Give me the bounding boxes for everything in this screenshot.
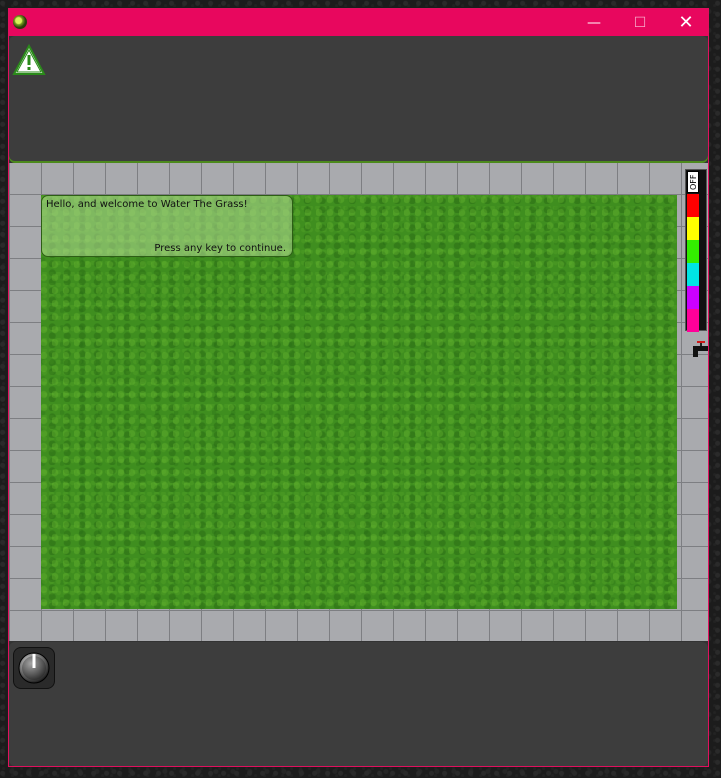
- meter-segment: [687, 217, 699, 240]
- dialog-box[interactable]: Hello, and welcome to Water The Grass! P…: [41, 195, 293, 257]
- power-knob-icon: [18, 652, 50, 684]
- dialog-message: Hello, and welcome to Water The Grass!: [46, 199, 248, 210]
- game-window: — ☐ ✕ Hello, and welcome to Water The Gr…: [8, 8, 709, 767]
- app-icon: [13, 15, 27, 29]
- warning-icon: [12, 44, 46, 75]
- meter-off-label: OFF: [687, 171, 699, 193]
- maximize-button[interactable]: ☐: [617, 9, 663, 36]
- dialog-prompt: Press any key to continue.: [154, 243, 286, 254]
- close-button[interactable]: ✕: [663, 9, 709, 36]
- meter-segment: [687, 263, 699, 286]
- meter-segment: [687, 309, 699, 332]
- minimize-button[interactable]: —: [571, 9, 617, 36]
- title-bar[interactable]: — ☐ ✕: [9, 9, 708, 36]
- power-button[interactable]: [13, 647, 55, 689]
- grass-field[interactable]: [41, 195, 677, 609]
- water-meter[interactable]: OFF: [685, 169, 707, 332]
- bottom-panel: [9, 642, 708, 766]
- top-panel: [9, 36, 708, 163]
- faucet-icon[interactable]: [690, 340, 710, 360]
- meter-segment: [687, 240, 699, 263]
- meter-segment: [687, 194, 699, 217]
- play-area: Hello, and welcome to Water The Grass! P…: [9, 163, 708, 641]
- meter-segment: [687, 286, 699, 309]
